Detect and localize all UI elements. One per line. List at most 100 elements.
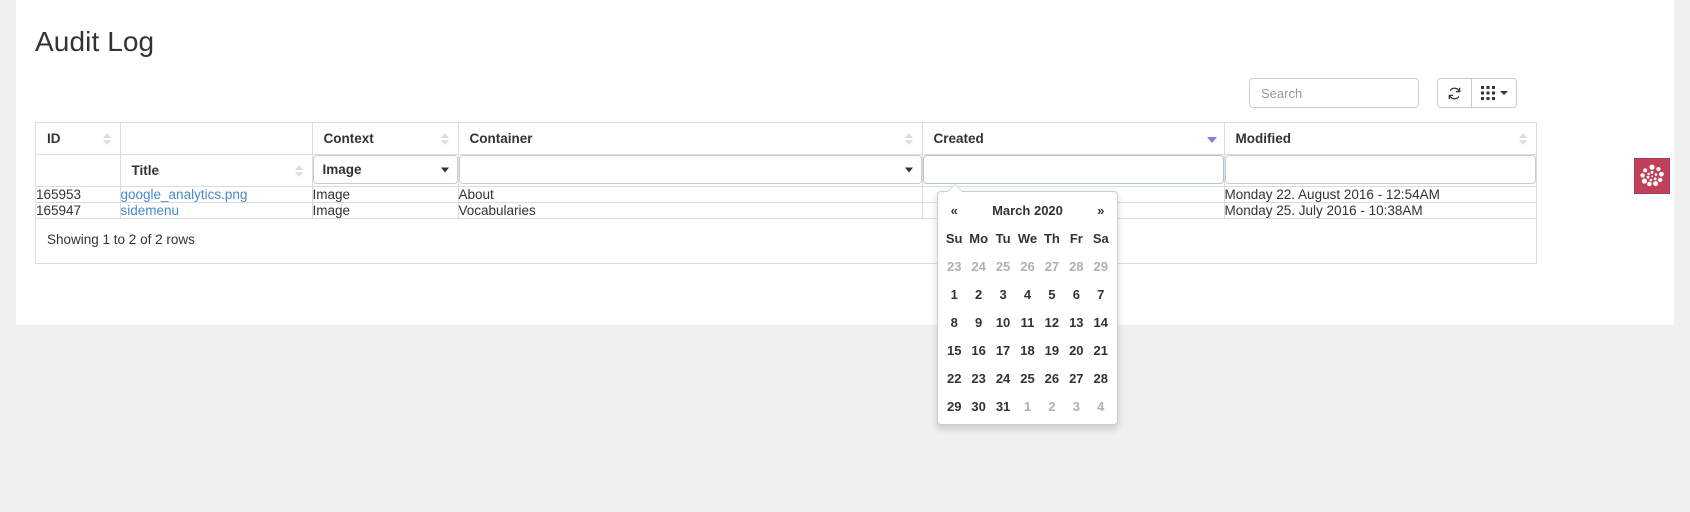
datepicker-day[interactable]: 13 bbox=[1064, 308, 1088, 336]
datepicker-day[interactable]: 6 bbox=[1064, 280, 1088, 308]
datepicker-day[interactable]: 29 bbox=[1089, 252, 1113, 280]
search-input[interactable] bbox=[1249, 78, 1419, 108]
dow-fr: Fr bbox=[1069, 230, 1083, 246]
table-row[interactable]: 165947 sidemenu Image Vocabularies Monda… bbox=[36, 202, 1536, 219]
datepicker-week-row: 8 9 10 11 12 13 14 bbox=[942, 308, 1113, 336]
datepicker-day[interactable]: 24 bbox=[966, 252, 990, 280]
datepicker-day[interactable]: 1 bbox=[942, 280, 966, 308]
column-header-id[interactable]: ID bbox=[36, 123, 121, 155]
datepicker-day[interactable]: 27 bbox=[1040, 252, 1064, 280]
sort-icon-title[interactable] bbox=[294, 164, 304, 178]
filter-select-container[interactable] bbox=[458, 155, 922, 184]
dow-we: We bbox=[1017, 230, 1038, 246]
dow-th: Th bbox=[1043, 230, 1060, 246]
column-header-container[interactable]: Container bbox=[458, 123, 923, 155]
filter-cell-container bbox=[458, 154, 923, 187]
cell-title: google_analytics.png bbox=[120, 186, 313, 203]
page-title: Audit Log bbox=[35, 26, 155, 57]
sort-icon-id[interactable] bbox=[102, 132, 112, 146]
dow-su: Su bbox=[945, 230, 963, 246]
datepicker-next-button[interactable]: » bbox=[1089, 196, 1113, 224]
table-row[interactable]: 165953 google_analytics.png Image About … bbox=[36, 186, 1536, 203]
datepicker-day[interactable]: 2 bbox=[1040, 392, 1064, 420]
datepicker-day[interactable]: 3 bbox=[991, 280, 1015, 308]
datepicker-day[interactable]: 24 bbox=[991, 364, 1015, 392]
sort-icon-context[interactable] bbox=[440, 132, 450, 146]
cell-id: 165953 bbox=[36, 186, 121, 203]
datepicker-day[interactable]: 29 bbox=[942, 392, 966, 420]
refresh-button[interactable] bbox=[1437, 78, 1472, 108]
cell-modified: Monday 22. August 2016 - 12:54AM bbox=[1224, 186, 1536, 203]
title-link[interactable]: sidemenu bbox=[121, 203, 180, 218]
datepicker-day[interactable]: 25 bbox=[1015, 364, 1039, 392]
datepicker-day[interactable]: 12 bbox=[1040, 308, 1064, 336]
datepicker-day[interactable]: 25 bbox=[991, 252, 1015, 280]
datepicker-day[interactable]: 20 bbox=[1064, 336, 1088, 364]
datepicker-day[interactable]: 26 bbox=[1015, 252, 1039, 280]
datepicker-calendar: « March 2020 » Su Mo Tu We Th Fr Sa 23 24… bbox=[942, 196, 1113, 420]
table-filter-row: Title bbox=[36, 154, 1536, 187]
column-label-modified: Modified bbox=[1235, 131, 1292, 146]
dow-mo: Mo bbox=[969, 230, 989, 246]
datepicker-day[interactable]: 30 bbox=[966, 392, 990, 420]
datepicker-day[interactable]: 11 bbox=[1015, 308, 1039, 336]
column-label-container: Container bbox=[469, 131, 533, 146]
datepicker-day[interactable]: 16 bbox=[966, 336, 990, 364]
datepicker-day[interactable]: 23 bbox=[966, 364, 990, 392]
datepicker-day[interactable]: 19 bbox=[1040, 336, 1064, 364]
datepicker-day[interactable]: 23 bbox=[942, 252, 966, 280]
datepicker-day[interactable]: 27 bbox=[1064, 364, 1088, 392]
cell-container: Vocabularies bbox=[458, 202, 923, 219]
datepicker-week-row: 22 23 24 25 26 27 28 bbox=[942, 364, 1113, 392]
column-header-modified[interactable]: Modified bbox=[1224, 123, 1536, 155]
sort-icon-container[interactable] bbox=[904, 132, 914, 146]
datepicker-day[interactable]: 4 bbox=[1089, 392, 1113, 420]
table-toolbar bbox=[1249, 78, 1517, 108]
datepicker-day[interactable]: 1 bbox=[1015, 392, 1039, 420]
datepicker-day[interactable]: 10 bbox=[991, 308, 1015, 336]
filter-input-modified[interactable] bbox=[1224, 155, 1536, 184]
grid-columns-icon bbox=[1480, 86, 1495, 100]
datepicker-day[interactable]: 17 bbox=[991, 336, 1015, 364]
datepicker-day[interactable]: 21 bbox=[1089, 336, 1113, 364]
columns-button[interactable] bbox=[1472, 78, 1517, 108]
column-label-title: Title bbox=[131, 163, 160, 178]
column-header-created[interactable]: Created bbox=[922, 123, 1225, 155]
dotted-spiral-icon bbox=[1635, 159, 1669, 193]
datepicker-day[interactable]: 5 bbox=[1040, 280, 1064, 308]
column-header-title[interactable] bbox=[120, 123, 313, 155]
datepicker-weeks: 23 24 25 26 27 28 29 1 2 3 4 5 6 7 8 9 10 11 12 13 14 15 16 17 1… bbox=[942, 252, 1113, 420]
datepicker-prev-button[interactable]: « bbox=[942, 196, 966, 224]
datepicker-day[interactable]: 28 bbox=[1064, 252, 1088, 280]
column-header-context[interactable]: Context bbox=[312, 123, 459, 155]
sort-icon-created[interactable] bbox=[1206, 132, 1217, 146]
filter-input-created[interactable] bbox=[922, 155, 1224, 184]
filter-select-context[interactable] bbox=[312, 155, 458, 184]
status-badge[interactable] bbox=[1634, 158, 1670, 194]
datepicker-day[interactable]: 7 bbox=[1089, 280, 1113, 308]
datepicker-day[interactable]: 31 bbox=[991, 392, 1015, 420]
datepicker-day[interactable]: 28 bbox=[1089, 364, 1113, 392]
table-footer-status: Showing 1 to 2 of 2 rows bbox=[47, 232, 195, 247]
datepicker-day[interactable]: 9 bbox=[966, 308, 990, 336]
cell-id: 165947 bbox=[36, 202, 121, 219]
datepicker-day[interactable]: 2 bbox=[966, 280, 990, 308]
datepicker-day[interactable]: 18 bbox=[1015, 336, 1039, 364]
datepicker-day[interactable]: 26 bbox=[1040, 364, 1064, 392]
cell-context: Image bbox=[312, 202, 459, 219]
filter-cell-context bbox=[312, 154, 459, 187]
cell-container: About bbox=[458, 186, 923, 203]
audit-log-card: Audit Log Search ID Context Container Cr… bbox=[16, 0, 1674, 425]
datepicker-week-row: 15 16 17 18 19 20 21 bbox=[942, 336, 1113, 364]
datepicker-day[interactable]: 15 bbox=[942, 336, 966, 364]
datepicker-day[interactable]: 8 bbox=[942, 308, 966, 336]
title-link[interactable]: google_analytics.png bbox=[121, 187, 248, 202]
datepicker-day[interactable]: 3 bbox=[1064, 392, 1088, 420]
datepicker-day[interactable]: 4 bbox=[1015, 280, 1039, 308]
sort-icon-modified[interactable] bbox=[1519, 132, 1528, 146]
datepicker-day[interactable]: 22 bbox=[942, 364, 966, 392]
datepicker-day[interactable]: 14 bbox=[1089, 308, 1113, 336]
chevron-down-icon bbox=[1499, 91, 1508, 95]
filter-cell-created bbox=[922, 154, 1225, 187]
datepicker-month-title[interactable]: March 2020 bbox=[966, 196, 1088, 224]
